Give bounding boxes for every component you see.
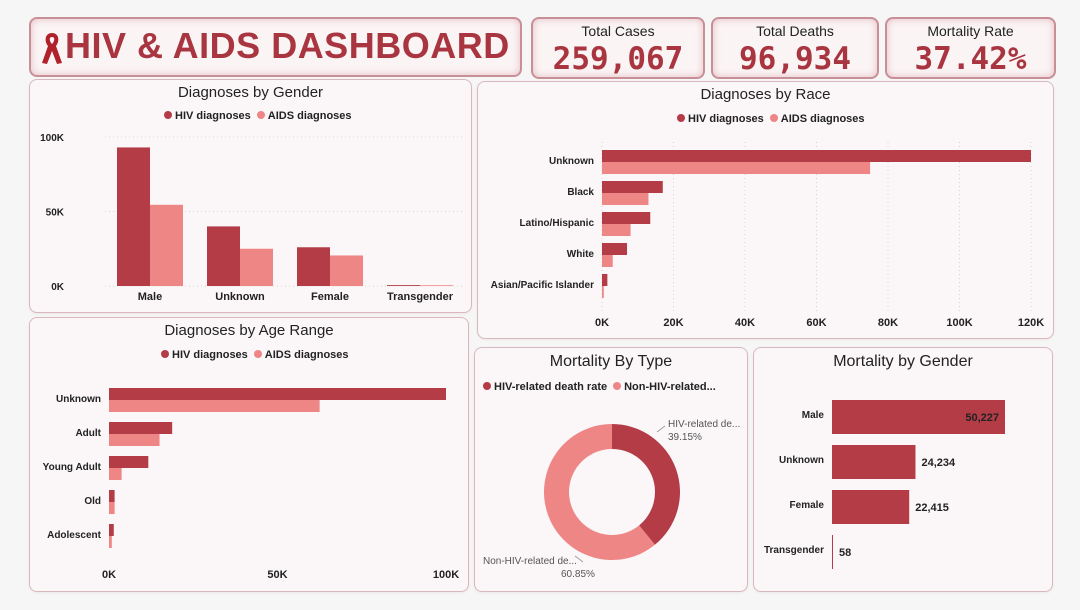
bar-deaths: [832, 535, 833, 569]
bar-hiv: [109, 388, 446, 400]
bar-hiv: [387, 285, 420, 286]
y-tick-label: Young Adult: [43, 462, 102, 473]
gender-bar-chart[interactable]: 0K 50K 100K Male Unknown Female Transgender: [30, 80, 471, 312]
x-tick-label: 50K: [267, 569, 287, 581]
x-tick-label: 100K: [946, 317, 972, 329]
data-label: 50,227: [965, 412, 999, 424]
x-tick-label: 40K: [735, 317, 755, 329]
kpi-value: 259,067: [552, 41, 684, 77]
y-tick-label: Unknown: [779, 455, 824, 466]
mortality-donut-chart[interactable]: HIV-related de... 39.15% Non-HIV-related d…: [475, 348, 747, 591]
mortality-gender-bar-chart[interactable]: Male 50,227 Unknown 24,234 Female 22,415 Trans…: [754, 348, 1052, 591]
bar-hiv: [602, 181, 663, 193]
y-tick-label: Old: [84, 496, 101, 507]
y-tick-label: Black: [567, 187, 594, 198]
y-tick-label: Asian/Pacific Islander: [491, 280, 594, 291]
x-tick-label: Male: [138, 291, 162, 303]
race-bar-chart[interactable]: 0K 20K 40K 60K 80K 100K 120K Unknown Black Latino…: [478, 82, 1053, 338]
bar-hiv: [602, 274, 608, 286]
age-bar-chart[interactable]: 0K 50K 100K Unknown Adult Young Adult Old Adole…: [30, 318, 468, 591]
kpi-value: 96,934: [739, 41, 851, 77]
bar-aids: [109, 468, 122, 480]
panel-diagnoses-by-age-range[interactable]: Diagnoses by Age Range HIV diagnoses AIDS…: [29, 317, 469, 592]
y-tick-label: Adolescent: [47, 530, 102, 541]
bar-aids: [109, 536, 112, 548]
kpi-total-cases: Total Cases 259,067: [531, 17, 705, 79]
y-tick-label: 100K: [40, 133, 65, 144]
x-tick-label: 120K: [1018, 317, 1044, 329]
bar-aids: [602, 162, 871, 174]
y-tick-label: Adult: [75, 428, 101, 439]
x-tick-label: 100K: [433, 569, 459, 581]
bar-hiv: [602, 150, 1031, 162]
bar-hiv: [117, 147, 150, 286]
x-tick-label: 20K: [663, 317, 683, 329]
panel-mortality-by-type[interactable]: Mortality By Type HIV-related death rate…: [474, 347, 748, 592]
bar-aids: [420, 285, 453, 286]
panel-diagnoses-by-gender[interactable]: Diagnoses by Gender HIV diagnoses AIDS di…: [29, 79, 472, 313]
bar-deaths: [832, 490, 910, 524]
kpi-value: 37.42%: [914, 41, 1027, 77]
panel-mortality-by-gender[interactable]: Mortality by Gender Male 50,227 Unknown 24,…: [753, 347, 1053, 592]
bar-aids: [109, 400, 320, 412]
bar-hiv: [109, 422, 173, 434]
y-tick-label: Female: [790, 500, 825, 511]
x-tick-label: 80K: [878, 317, 898, 329]
bar-aids: [602, 224, 631, 236]
y-tick-label: Male: [802, 410, 825, 421]
bar-hiv: [109, 456, 149, 468]
y-tick-label: 0K: [51, 282, 65, 293]
kpi-total-deaths: Total Deaths 96,934: [711, 17, 879, 79]
bar-hiv: [602, 243, 628, 255]
dashboard-title-banner: HIV & AIDS DASHBOARD: [29, 17, 522, 77]
bar-aids: [330, 255, 363, 286]
bar-aids: [240, 248, 273, 286]
bar-aids: [602, 255, 613, 267]
bar-hiv: [297, 247, 330, 286]
bar-aids: [602, 286, 604, 298]
data-label: 22,415: [915, 502, 949, 514]
y-tick-label: 50K: [46, 208, 65, 219]
x-tick-label: 0K: [102, 569, 116, 581]
x-tick-label: Unknown: [215, 291, 265, 303]
y-tick-label: Unknown: [56, 394, 101, 405]
bar-hiv: [207, 226, 240, 286]
y-tick-label: White: [567, 249, 595, 260]
awareness-ribbon-icon: [39, 29, 65, 67]
slice-label: Non-HIV-related de...: [483, 556, 577, 567]
x-tick-label: 0K: [595, 317, 609, 329]
bar-aids: [109, 502, 115, 514]
x-tick-label: Transgender: [387, 291, 454, 303]
kpi-label: Total Deaths: [756, 23, 834, 39]
slice-percent: 60.85%: [561, 569, 595, 580]
bar-aids: [109, 434, 160, 446]
leader-line: [656, 425, 666, 433]
bar-hiv: [602, 212, 651, 224]
kpi-mortality-rate: Mortality Rate 37.42%: [885, 17, 1056, 79]
kpi-label: Total Cases: [581, 23, 655, 39]
page-title: HIV & AIDS DASHBOARD: [65, 25, 510, 66]
x-tick-label: Female: [311, 291, 349, 303]
bar-aids: [602, 193, 649, 205]
y-tick-label: Latino/Hispanic: [520, 218, 595, 229]
slice-label: HIV-related de...: [668, 419, 740, 430]
data-label: 24,234: [921, 457, 956, 469]
panel-diagnoses-by-race[interactable]: Diagnoses by Race HIV diagnoses AIDS diag…: [477, 81, 1054, 339]
slice-percent: 39.15%: [668, 432, 702, 443]
y-tick-label: Unknown: [549, 156, 594, 167]
bar-hiv: [109, 524, 114, 536]
y-tick-label: Transgender: [764, 545, 824, 556]
bar-deaths: [832, 445, 916, 479]
bar-hiv: [109, 490, 115, 502]
data-label: 58: [839, 547, 851, 559]
x-tick-label: 60K: [806, 317, 826, 329]
bar-aids: [150, 204, 183, 286]
kpi-label: Mortality Rate: [927, 23, 1014, 39]
